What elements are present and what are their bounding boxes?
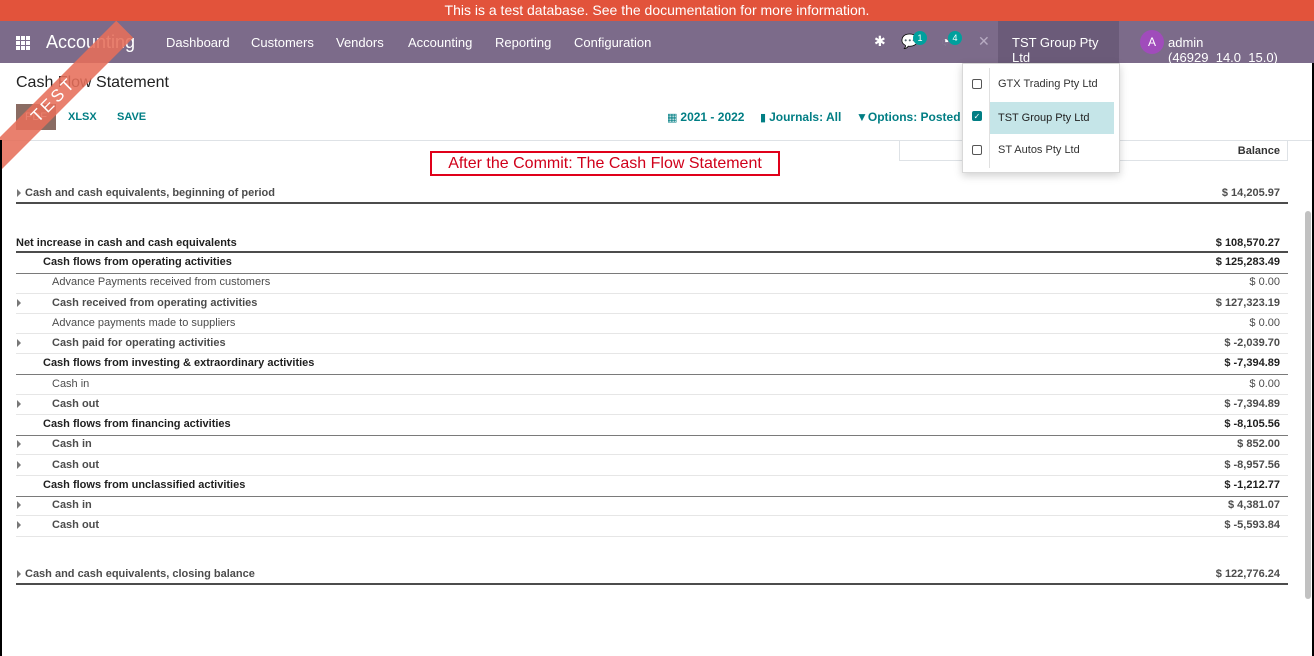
- company-switcher[interactable]: TST Group Pty Ltd: [998, 21, 1119, 65]
- banner-text: This is a test database.: [444, 2, 589, 18]
- window-border: [0, 140, 2, 656]
- app-menu-grid-icon[interactable]: [16, 36, 30, 50]
- caret-right-icon[interactable]: [17, 299, 21, 307]
- user-menu[interactable]: admin (46929_14.0_15.0): [1168, 35, 1314, 65]
- report-row-unclassified[interactable]: Cash flows from unclassified activities …: [16, 479, 1288, 497]
- caret-right-icon[interactable]: [17, 461, 21, 469]
- menu-reporting[interactable]: Reporting: [495, 35, 551, 50]
- report-row-unclassified-cash-in[interactable]: Cash in $ 4,381.07: [16, 499, 1288, 516]
- report-row-opening-balance[interactable]: Cash and cash equivalents, beginning of …: [16, 187, 1288, 204]
- report-row-financing-cash-in[interactable]: Cash in $ 852.00: [16, 438, 1288, 455]
- menu-vendors[interactable]: Vendors: [336, 35, 384, 50]
- company-dropdown: GTX Trading Pty Ltd ✓ TST Group Pty Ltd …: [962, 63, 1120, 173]
- messages-count-badge: 1: [913, 31, 927, 45]
- report-row-closing-balance[interactable]: Cash and cash equivalents, closing balan…: [16, 568, 1288, 585]
- company-switcher-label: TST Group Pty Ltd: [1012, 35, 1099, 65]
- caret-right-icon[interactable]: [17, 501, 21, 509]
- checkbox-icon[interactable]: [972, 145, 982, 155]
- activities-count-badge: 4: [948, 31, 962, 45]
- caret-right-icon[interactable]: [17, 570, 21, 578]
- report-row-net-increase[interactable]: Net increase in cash and cash equivalent…: [16, 237, 1288, 253]
- caret-right-icon[interactable]: [17, 521, 21, 529]
- date-filter-label: 2021 - 2022: [680, 110, 745, 124]
- caret-right-icon[interactable]: [17, 339, 21, 347]
- journals-filter-label: Journals: All: [769, 110, 842, 124]
- menu-configuration[interactable]: Configuration: [574, 35, 651, 50]
- caret-right-icon[interactable]: [17, 189, 21, 197]
- report-row-unclassified-cash-out[interactable]: Cash out $ -5,593.84: [16, 519, 1288, 537]
- report-row-investing-cash-in[interactable]: Cash in $ 0.00: [16, 378, 1288, 395]
- menu-dashboard[interactable]: Dashboard: [166, 35, 230, 50]
- xlsx-button[interactable]: XLSX: [68, 111, 97, 123]
- report-row-cash-received-operating[interactable]: Cash received from operating activities …: [16, 297, 1288, 314]
- options-filter-label: Options: Posted Entries: [867, 110, 962, 124]
- close-icon[interactable]: ✕: [978, 33, 990, 50]
- book-icon: ▮: [760, 112, 767, 124]
- caret-right-icon[interactable]: [17, 400, 21, 408]
- company-option-tst[interactable]: ✓ TST Group Pty Ltd: [963, 102, 1121, 134]
- scrollbar[interactable]: [1305, 211, 1311, 599]
- company-option-st-autos[interactable]: ST Autos Pty Ltd: [963, 136, 1121, 166]
- caret-right-icon[interactable]: [17, 440, 21, 448]
- company-option-gtx[interactable]: GTX Trading Pty Ltd: [963, 70, 1121, 100]
- debug-bug-icon[interactable]: ✱: [874, 33, 886, 50]
- journals-filter[interactable]: ▮ Journals: All: [760, 110, 841, 124]
- report-row-financing[interactable]: Cash flows from financing activities $ -…: [16, 418, 1288, 436]
- report-row-cash-paid-operating[interactable]: Cash paid for operating activities $ -2,…: [16, 337, 1288, 354]
- annotation-box: After the Commit: The Cash Flow Statemen…: [430, 151, 780, 176]
- report-row-investing[interactable]: Cash flows from investing & extraordinar…: [16, 357, 1288, 375]
- avatar[interactable]: A: [1140, 30, 1164, 54]
- documentation-link[interactable]: See the documentation for more informati…: [592, 2, 869, 18]
- menu-customers[interactable]: Customers: [251, 35, 314, 50]
- report-row-investing-cash-out[interactable]: Cash out $ -7,394.89: [16, 398, 1288, 415]
- test-database-banner: This is a test database. See the documen…: [0, 0, 1314, 21]
- report-row-financing-cash-out[interactable]: Cash out $ -8,957.56: [16, 459, 1288, 476]
- calendar-icon: ▦: [667, 112, 678, 124]
- report-row-advance-received[interactable]: Advance Payments received from customers…: [16, 276, 1288, 294]
- date-filter[interactable]: ▦ 2021 - 2022: [667, 110, 744, 124]
- report-row-advance-paid[interactable]: Advance payments made to suppliers $ 0.0…: [16, 317, 1288, 334]
- save-button[interactable]: SAVE: [117, 111, 146, 123]
- checkbox-icon[interactable]: [972, 79, 982, 89]
- checkbox-checked-icon[interactable]: ✓: [972, 111, 982, 121]
- top-navbar: Accounting Dashboard Customers Vendors A…: [0, 21, 1314, 65]
- report-row-operating[interactable]: Cash flows from operating activities $ 1…: [16, 256, 1288, 274]
- filter-funnel-icon: ▼: [856, 110, 868, 124]
- options-filter[interactable]: ▼Options: Posted Entries: [856, 110, 962, 124]
- menu-accounting[interactable]: Accounting: [408, 35, 472, 50]
